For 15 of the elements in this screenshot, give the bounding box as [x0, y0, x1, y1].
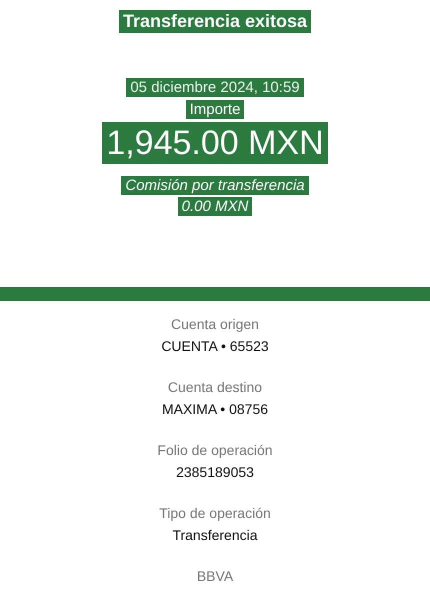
fee-text: 0.00 MXN [178, 197, 252, 216]
detail-value: MAXIMA • 08756 [162, 400, 268, 419]
detail-label: Cuenta origen [171, 315, 259, 334]
date-text: 05 diciembre 2024, 10:59 [126, 78, 304, 97]
detail-value: CUENTA • 65523 [161, 337, 269, 356]
detail-value: 2385189053 [176, 463, 254, 482]
amount-text: 1,945.00 MXN [102, 122, 328, 164]
title: Transferencia exitosa [118, 10, 312, 33]
fee-label: Comisión por transferencia [121, 176, 309, 195]
detail-value: Transferencia [172, 526, 258, 545]
detail-label: Tipo de operación [159, 504, 271, 523]
detail-label: Cuenta destino [168, 378, 262, 397]
detail-label: Folio de operación [157, 441, 273, 460]
bank-name: BBVA [196, 567, 234, 586]
amount-label: Importe [186, 100, 244, 119]
